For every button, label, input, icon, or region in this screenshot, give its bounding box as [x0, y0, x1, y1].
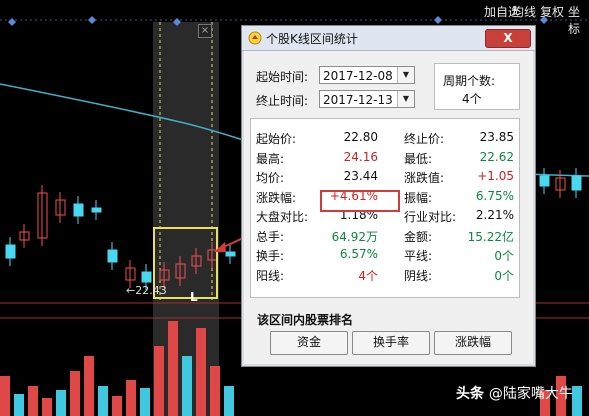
stat-value: 24.16: [343, 149, 378, 164]
stat-value: 64.92万: [331, 229, 378, 244]
marker-diamond: [434, 16, 442, 24]
volume-bar: [196, 328, 206, 416]
volume-bar: [126, 380, 136, 416]
start-date-value: 2017-12-08: [323, 69, 393, 83]
dialog-titlebar[interactable]: 个股K线区间统计 X: [242, 26, 535, 51]
volume-bar: [42, 398, 52, 416]
volume-bar: [14, 394, 24, 416]
watermark: 头条 @陆家嘴大牛: [456, 383, 573, 403]
stat-value: 23.44: [343, 169, 378, 183]
end-time-label: 终止时间:: [256, 94, 309, 108]
stat-value: 15.22亿: [467, 229, 514, 244]
candle-body: [571, 175, 582, 191]
range-marker[interactable]: L: [190, 290, 198, 304]
volume-bar: [70, 371, 80, 416]
stat-value: 23.85: [479, 130, 514, 144]
toolbar-item-ma[interactable]: 均线: [512, 3, 536, 20]
watermark-text: @陆家嘴大牛: [488, 386, 573, 402]
candle-body: [107, 249, 118, 263]
volume-bar: [28, 386, 38, 416]
volume-bar: [182, 356, 192, 416]
toolbar-item-axis[interactable]: 坐标: [568, 3, 589, 37]
stat-label: 涨跌幅:: [256, 190, 297, 205]
stat-value: 0个: [494, 268, 514, 283]
stat-value: 22.62: [479, 149, 514, 164]
volume-bar: [210, 366, 220, 416]
volume-bar: [84, 356, 94, 416]
stat-value: 0个: [494, 249, 514, 263]
watermark-brand: 头条: [456, 386, 489, 402]
stat-value: 22.80: [343, 130, 378, 144]
stat-value: 2.21%: [475, 208, 514, 222]
stat-label: 均价:: [256, 171, 285, 185]
app-icon: [248, 31, 262, 45]
candle-body: [141, 271, 152, 283]
volume-bar: [224, 386, 234, 416]
candle-body: [5, 244, 16, 259]
ranking-title: 该区间内股票排名: [257, 313, 354, 327]
stat-value: 6.57%: [339, 247, 378, 261]
stat-value: +1.05: [477, 169, 514, 183]
toolbar-item-adjust[interactable]: 复权: [540, 3, 564, 20]
chevron-down-icon[interactable]: ▼: [397, 67, 414, 83]
period-count-value: 4个: [462, 92, 482, 106]
selection-close-icon[interactable]: ×: [198, 24, 212, 38]
chevron-down-icon[interactable]: ▼: [397, 91, 414, 107]
stat-value: 6.75%: [475, 188, 514, 203]
start-date-picker[interactable]: 2017-12-08 ▼: [319, 66, 415, 84]
stat-label: 换手:: [256, 249, 285, 263]
end-date-value: 2017-12-13: [323, 93, 393, 107]
period-count-label: 周期个数:: [443, 74, 496, 88]
volume-bar: [112, 396, 122, 416]
stat-label: 阳线:: [256, 268, 285, 283]
rank-by-fund-button[interactable]: 资金: [270, 331, 348, 355]
stat-value: 4个: [358, 268, 378, 283]
volume-bar: [98, 386, 108, 416]
stat-label: 最高:: [256, 151, 285, 166]
candle-body: [539, 175, 550, 187]
volume-bar: [56, 390, 66, 416]
candle-body: [91, 207, 102, 213]
candle-body: [73, 203, 84, 217]
volume-bar: [572, 386, 582, 416]
marker-diamond: [88, 16, 96, 24]
volume-bar: [140, 388, 150, 416]
marker-diamond: [8, 18, 16, 26]
stat-label: 大盘对比:: [256, 210, 309, 224]
highlight-box: [320, 190, 400, 212]
start-time-label: 起始时间:: [256, 70, 309, 84]
dialog-title: 个股K线区间统计: [266, 32, 358, 46]
volume-bar: [154, 346, 164, 416]
low-price-label: ←22.43: [126, 284, 167, 297]
rank-by-change-button[interactable]: 涨跌幅: [434, 331, 512, 355]
volume-bar: [168, 321, 178, 416]
volume-bar: [0, 376, 10, 416]
rank-by-turnover-button[interactable]: 换手率: [352, 331, 430, 355]
dialog-close-button[interactable]: X: [485, 29, 531, 48]
end-date-picker[interactable]: 2017-12-13 ▼: [319, 90, 415, 108]
stat-label: 总手:: [256, 229, 285, 244]
stat-label: 起始价:: [256, 132, 297, 146]
candle-body: [225, 251, 236, 257]
